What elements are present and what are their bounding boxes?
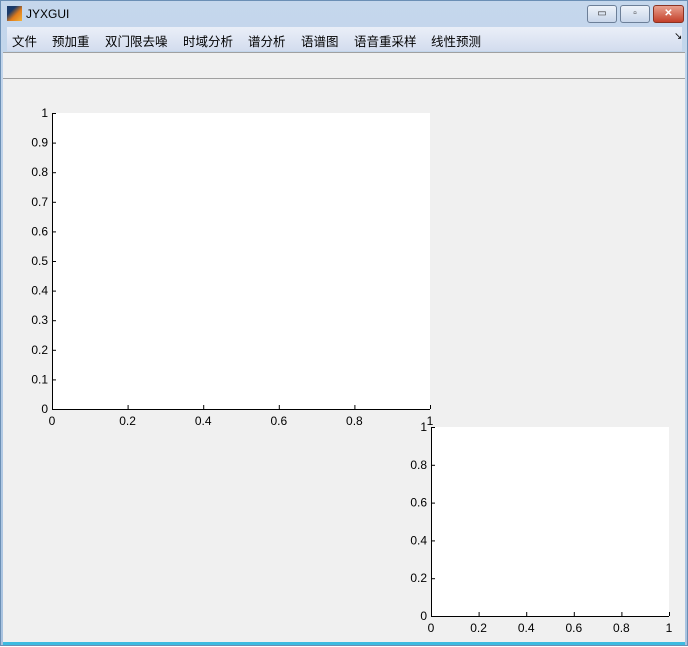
axes-2-plot-area [431,427,669,616]
axes-canvas: 0 0.2 0.4 0.6 0.8 1 0 0.1 0.2 0.3 0.4 0.5 0.6 0.7 0.8 0… [31,106,673,635]
y-tick-label: 0.7 [31,195,48,209]
y-tick-label: 0.5 [31,254,48,268]
x-tick-label: 0 [49,414,56,428]
y-tick-label: 0.2 [31,343,48,357]
x-tick-label: 0.8 [613,621,630,635]
x-tick-label: 0.2 [119,414,136,428]
y-tick-label: 0 [41,402,48,416]
x-tick-label: 0 [428,621,435,635]
x-tick-label: 1 [666,621,673,635]
y-tick-label: 0.3 [31,313,48,327]
y-tick-label: 0.8 [410,458,427,472]
y-tick-label: 0.1 [31,372,48,386]
x-tick-label: 0.6 [565,621,582,635]
x-tick-label: 1 [427,414,434,428]
x-tick-label: 0.8 [346,414,363,428]
y-tick-label: 0.9 [31,136,48,150]
app-window: JYXGUI ▭ ▫ ✕ 文件 预加重 双门限去噪 时域分析 谱分析 语谱图 语… [0,0,688,646]
y-tick-label: 0.4 [31,284,48,298]
y-tick-label: 0.4 [410,533,427,547]
x-tick-label: 0.4 [195,414,212,428]
x-tick-label: 0.4 [518,621,535,635]
y-tick-label: 0.6 [31,224,48,238]
y-tick-label: 0 [420,609,427,623]
axes-1-plot-area [52,113,430,409]
y-tick-label: 0.8 [31,165,48,179]
x-tick-label: 0.6 [270,414,287,428]
y-tick-label: 0.2 [410,571,427,585]
y-tick-label: 1 [41,106,48,120]
y-tick-label: 0.6 [410,496,427,510]
y-tick-label: 1 [420,420,427,434]
x-tick-label: 0.2 [470,621,487,635]
